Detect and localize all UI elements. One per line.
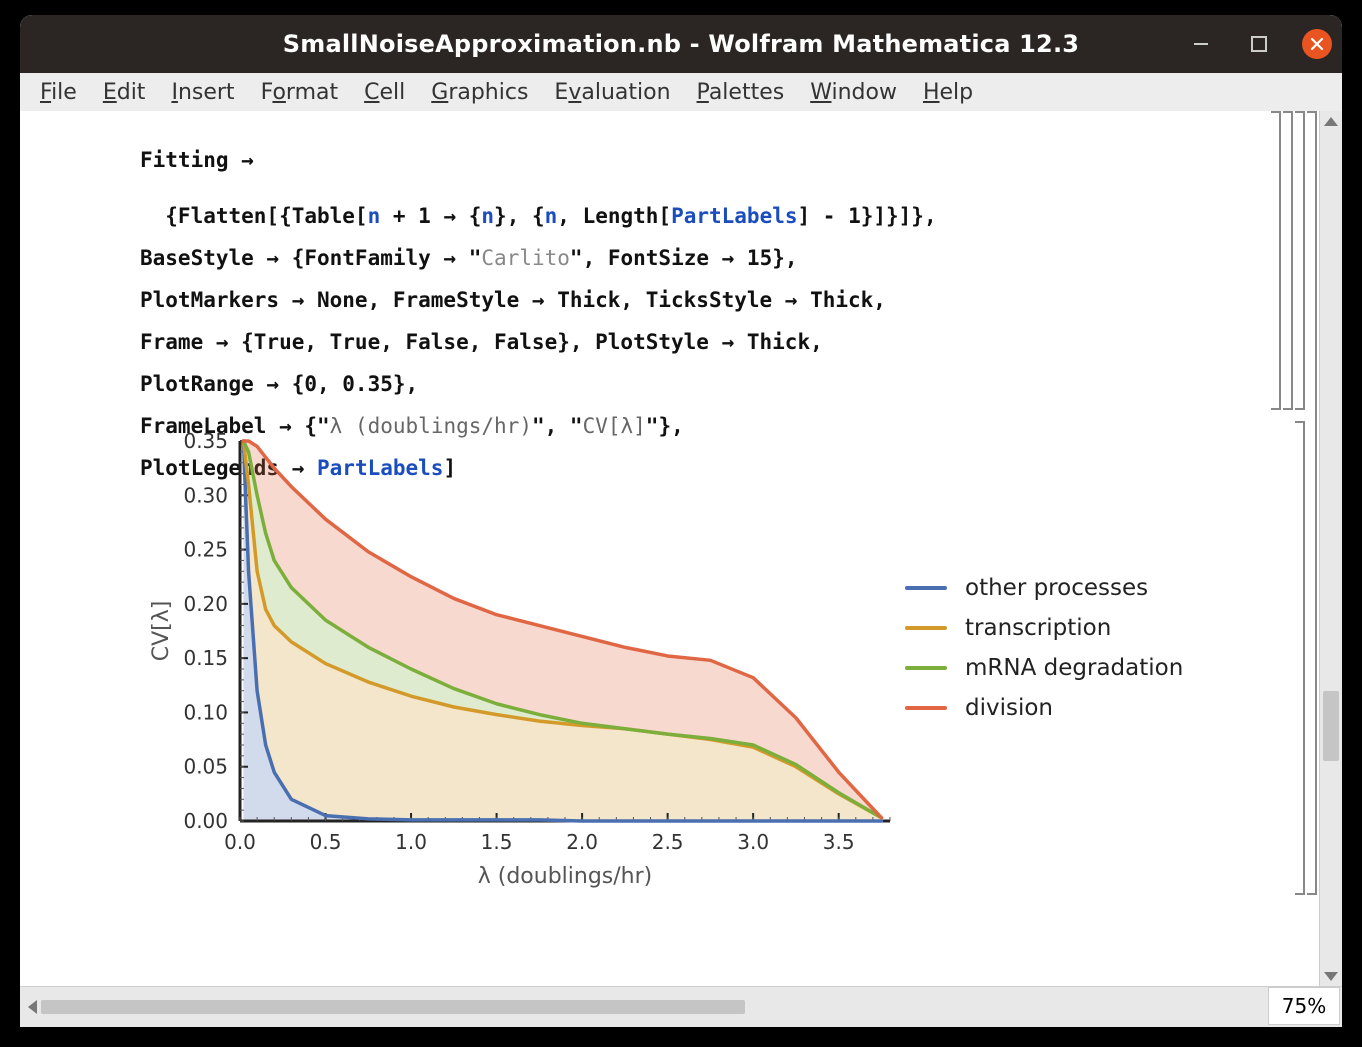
scroll-down-icon[interactable]: [1324, 972, 1338, 981]
legend-item: mRNA degradation: [905, 655, 1183, 681]
cell-bracket[interactable]: [1283, 111, 1293, 410]
window-controls: [1186, 15, 1332, 73]
svg-text:λ (doublings/hr): λ (doublings/hr): [478, 864, 653, 889]
svg-text:2.5: 2.5: [652, 830, 684, 854]
notebook[interactable]: Fitting → {Flatten[{Table[n + 1 → {n}, {…: [20, 111, 1319, 987]
svg-text:0.0: 0.0: [224, 830, 256, 854]
svg-text:0.25: 0.25: [183, 538, 228, 562]
content-area: Fitting → {Flatten[{Table[n + 1 → {n}, {…: [20, 111, 1342, 987]
svg-text:2.0: 2.0: [566, 830, 598, 854]
scroll-thumb[interactable]: [1323, 691, 1339, 761]
cell-bracket[interactable]: [1295, 421, 1305, 895]
svg-text:3.0: 3.0: [737, 830, 769, 854]
legend-label: other processes: [965, 575, 1148, 601]
maximize-button[interactable]: [1244, 29, 1274, 59]
menubar: File Edit Insert Format Cell Graphics Ev…: [20, 73, 1342, 112]
scroll-up-icon[interactable]: [1324, 117, 1338, 126]
legend-swatch: [905, 706, 947, 710]
menu-file[interactable]: File: [28, 76, 89, 109]
svg-text:3.5: 3.5: [823, 830, 855, 854]
cell-brackets[interactable]: [1231, 111, 1319, 987]
titlebar[interactable]: SmallNoiseApproximation.nb - Wolfram Mat…: [20, 15, 1342, 73]
scroll-track[interactable]: [41, 1000, 1321, 1014]
svg-text:1.0: 1.0: [395, 830, 427, 854]
scroll-left-icon[interactable]: [28, 1000, 37, 1014]
legend-label: mRNA degradation: [965, 655, 1183, 681]
svg-text:0.30: 0.30: [183, 483, 228, 507]
legend-swatch: [905, 586, 947, 590]
menu-evaluation[interactable]: Evaluation: [542, 76, 682, 109]
code-line-1: {Flatten[{Table[n + 1 → {n}, {n, Length[…: [140, 204, 937, 228]
menu-palettes[interactable]: Palettes: [685, 76, 797, 109]
horizontal-scrollbar[interactable]: 75%: [20, 986, 1342, 1027]
svg-text:0.05: 0.05: [183, 755, 228, 779]
zoom-indicator[interactable]: 75%: [1268, 987, 1340, 1025]
svg-text:0.35: 0.35: [183, 431, 228, 453]
legend-swatch: [905, 666, 947, 670]
svg-text:CV[λ]: CV[λ]: [149, 601, 174, 662]
plot-legend: other processes transcription mRNA degra…: [905, 561, 1183, 735]
menu-edit[interactable]: Edit: [91, 76, 158, 109]
code-line-2: BaseStyle → {FontFamily → "Carlito", Fon…: [140, 246, 798, 270]
cell-bracket[interactable]: [1295, 111, 1305, 410]
svg-text:1.5: 1.5: [481, 830, 513, 854]
svg-text:0.10: 0.10: [183, 700, 228, 724]
code-line-0: Fitting →: [140, 148, 254, 172]
menu-graphics[interactable]: Graphics: [419, 76, 540, 109]
output-plot[interactable]: 0.00 0.05 0.10 0.15 0.20 0.25 0.30 0.35 0.0 0.5 1.…: [140, 431, 900, 901]
code-line-5: PlotRange → {0, 0.35},: [140, 372, 418, 396]
zoom-value: 75%: [1282, 994, 1326, 1018]
legend-swatch: [905, 626, 947, 630]
scroll-thumb[interactable]: [41, 1000, 745, 1014]
menu-cell[interactable]: Cell: [352, 76, 417, 109]
cell-bracket[interactable]: [1271, 111, 1281, 410]
svg-text:0.20: 0.20: [183, 592, 228, 616]
plot-svg: 0.00 0.05 0.10 0.15 0.20 0.25 0.30 0.35 0.0 0.5 1.…: [140, 431, 900, 901]
menu-window[interactable]: Window: [798, 76, 909, 109]
vertical-scrollbar[interactable]: [1319, 111, 1342, 987]
svg-text:0.00: 0.00: [183, 809, 228, 833]
legend-label: transcription: [965, 615, 1111, 641]
code-line-4: Frame → {True, True, False, False}, Plot…: [140, 330, 823, 354]
legend-item: division: [905, 695, 1183, 721]
legend-item: transcription: [905, 615, 1183, 641]
legend-label: division: [965, 695, 1053, 721]
minimize-button[interactable]: [1186, 29, 1216, 59]
close-button[interactable]: [1302, 29, 1332, 59]
app-window: SmallNoiseApproximation.nb - Wolfram Mat…: [20, 15, 1342, 1027]
window-title: SmallNoiseApproximation.nb - Wolfram Mat…: [283, 30, 1079, 58]
menu-insert[interactable]: Insert: [159, 76, 246, 109]
cell-bracket[interactable]: [1307, 111, 1317, 895]
legend-item: other processes: [905, 575, 1183, 601]
svg-text:0.5: 0.5: [310, 830, 342, 854]
svg-text:0.15: 0.15: [183, 646, 228, 670]
menu-help[interactable]: Help: [911, 76, 985, 109]
menu-format[interactable]: Format: [249, 76, 351, 109]
code-line-3: PlotMarkers → None, FrameStyle → Thick, …: [140, 288, 886, 312]
